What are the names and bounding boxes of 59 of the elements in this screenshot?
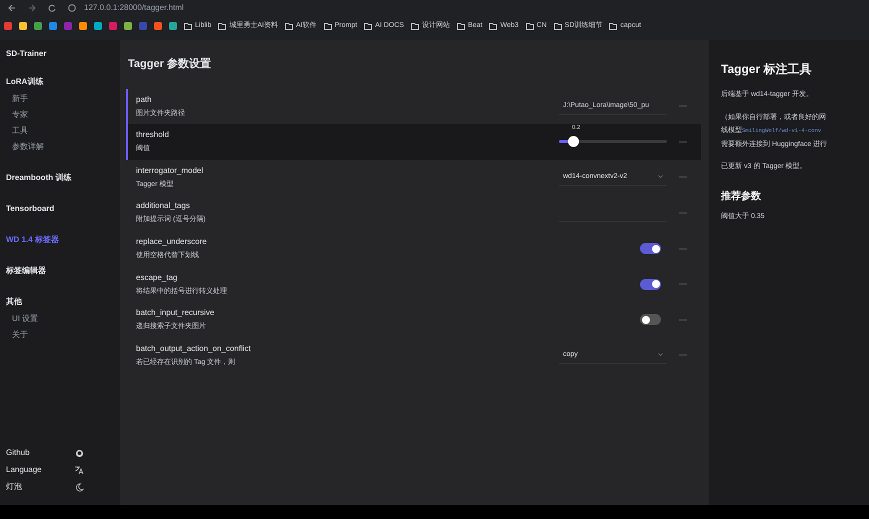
setting-name: batch_input_recursive — [136, 307, 216, 320]
nav-section[interactable]: Dreambooth 训练 — [4, 172, 116, 184]
minus-icon — [679, 318, 687, 321]
minus-icon — [679, 105, 687, 108]
footer-link[interactable]: Language — [6, 464, 42, 476]
folder-icon — [526, 22, 534, 30]
nav-section[interactable]: WD 1.4 标签器 — [4, 234, 116, 246]
chevron-icon — [658, 175, 663, 178]
minus-icon — [679, 283, 687, 286]
nav-item[interactable]: 专家 — [4, 109, 116, 121]
minus-icon — [679, 212, 687, 214]
info-subtitle: 推荐参数 — [721, 190, 762, 204]
nav-item[interactable]: 工具 — [4, 125, 116, 137]
settings-title: Tagger 参数设置 — [128, 56, 212, 72]
folder-icon — [364, 22, 372, 30]
setting-name: threshold — [136, 129, 170, 142]
toggle-switch[interactable] — [640, 278, 661, 290]
setting-name: interrogator_model — [136, 164, 204, 177]
info-icon[interactable] — [68, 4, 76, 12]
minus-icon — [679, 354, 687, 356]
folder-icon — [324, 22, 332, 30]
nav-item[interactable]: 参数详解 — [4, 141, 116, 153]
nav-section[interactable]: 其他 — [4, 296, 116, 308]
nav-section[interactable]: LoRA训练 — [4, 76, 116, 88]
folder-icon — [410, 22, 419, 30]
nav-item[interactable]: 关于 — [4, 329, 116, 341]
footer-link[interactable]: Github — [6, 447, 30, 459]
reload-icon[interactable] — [48, 4, 56, 12]
setting-name: additional_tags — [136, 200, 191, 212]
toggle-switch[interactable] — [640, 314, 661, 326]
folder-icon — [489, 22, 498, 30]
app-title: SD-Trainer — [5, 48, 48, 60]
back-icon[interactable] — [8, 4, 16, 12]
footer-link[interactable]: 灯泡 — [6, 481, 22, 493]
toggle-switch[interactable] — [640, 243, 661, 254]
folder-icon — [554, 22, 562, 30]
folder-icon — [218, 22, 226, 30]
info-title: Tagger 标注工具 — [721, 61, 812, 78]
address-bar-url[interactable]: 127.0.0.1:28000/tagger.html — [84, 2, 184, 14]
nav-item[interactable]: 新手 — [4, 93, 116, 105]
folder-icon — [284, 22, 293, 30]
folder-icon — [456, 22, 465, 30]
folder-icon — [184, 22, 192, 30]
nav-item[interactable]: UI 设置 — [4, 313, 116, 325]
setting-name: batch_output_action_on_conflict — [136, 342, 252, 355]
moon-icon[interactable] — [75, 482, 84, 492]
minus-icon — [679, 140, 687, 143]
setting-name: escape_tag — [136, 272, 178, 284]
translate-icon[interactable] — [74, 466, 84, 474]
minus-icon — [679, 248, 687, 250]
folder-icon — [609, 22, 618, 30]
nav-section[interactable]: Tensorboard — [4, 203, 116, 215]
nav-section[interactable]: 标签编辑器 — [4, 265, 116, 277]
forward-icon[interactable] — [28, 4, 36, 12]
setting-name: replace_underscore — [136, 236, 208, 248]
slider-thumb[interactable] — [568, 136, 579, 148]
minus-icon — [679, 176, 687, 178]
chevron-icon — [658, 353, 663, 356]
setting-name: path — [136, 94, 153, 106]
